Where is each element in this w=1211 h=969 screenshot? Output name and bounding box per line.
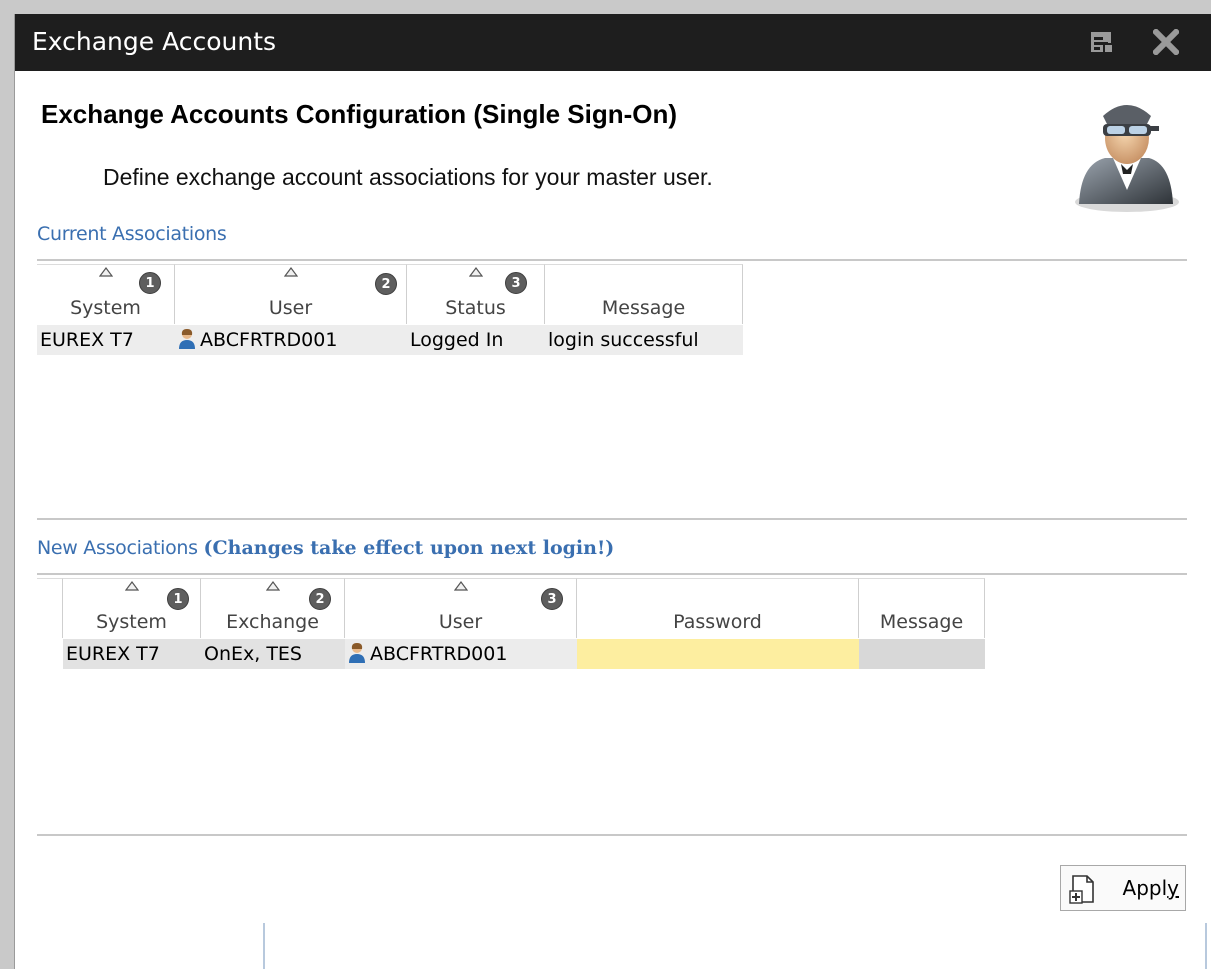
col-header-message[interactable]: Message: [859, 578, 985, 638]
col-header-user[interactable]: User 2: [175, 264, 407, 324]
col-header-label: Exchange: [226, 611, 319, 633]
col-header-label: Status: [445, 297, 506, 319]
cell-system: EUREX T7: [37, 325, 175, 355]
sort-order-badge: 2: [375, 273, 397, 295]
sort-order-badge: 2: [309, 588, 331, 610]
col-header-label: Password: [673, 611, 762, 633]
col-header-user[interactable]: User 3: [345, 578, 577, 638]
user-icon: [179, 329, 195, 349]
footer-divider: [37, 834, 1187, 836]
sort-order-badge: 1: [167, 588, 189, 610]
page-title: Exchange Accounts Configuration (Single …: [41, 99, 678, 129]
col-header-password[interactable]: Password: [577, 578, 859, 638]
sort-ascending-icon: [283, 267, 298, 277]
cell-user: ABCFRTRD001: [175, 325, 407, 355]
window-titlebar[interactable]: Exchange Accounts: [15, 14, 1211, 71]
sort-order-badge: 3: [505, 272, 527, 294]
col-header-label: Message: [879, 611, 964, 633]
restore-window-icon[interactable]: [1089, 29, 1115, 55]
sort-ascending-icon: [98, 267, 113, 277]
col-header-label: System: [70, 297, 141, 319]
cell-user-text: ABCFRTRD001: [200, 329, 338, 351]
sort-ascending-icon: [453, 581, 468, 591]
col-header-label: Message: [601, 297, 686, 319]
exchange-accounts-window: Exchange Accounts Exchange Accounts Conf…: [14, 14, 1211, 969]
sort-ascending-icon: [265, 581, 280, 591]
cell-user: ABCFRTRD001: [345, 639, 577, 669]
apply-mnemonic: y: [1167, 876, 1179, 900]
col-header-message[interactable]: Message: [545, 264, 743, 324]
sort-order-badge: 3: [541, 588, 563, 610]
current-associations-label: Current Associations: [37, 223, 227, 245]
close-icon[interactable]: [1153, 29, 1179, 55]
current-associations-divider: [37, 259, 1187, 261]
col-header-system[interactable]: System 1: [63, 578, 201, 638]
row-header-column: [37, 578, 63, 638]
cell-user-text: ABCFRTRD001: [370, 643, 508, 665]
admin-user-avatar-icon: [1075, 105, 1179, 212]
user-icon: [349, 643, 365, 663]
cell-status: Logged In: [407, 325, 545, 355]
sort-ascending-icon: [124, 581, 139, 591]
new-associations-divider: [37, 573, 1187, 575]
col-header-label: System: [96, 611, 167, 633]
cell-message: [859, 639, 985, 669]
status-separator: [263, 923, 265, 969]
apply-document-icon: [1069, 875, 1094, 904]
cell-system: EUREX T7: [63, 639, 201, 669]
col-header-label: User: [268, 297, 313, 319]
page-subtitle: Define exchange account associations for…: [103, 164, 713, 190]
col-header-label: User: [438, 611, 483, 633]
apply-button[interactable]: Apply: [1060, 865, 1186, 911]
window-title: Exchange Accounts: [32, 27, 277, 56]
new-associations-note: (Changes take effect upon next login!): [203, 537, 615, 559]
cell-exchange: OnEx, TES: [201, 639, 345, 669]
col-header-exchange[interactable]: Exchange 2: [201, 578, 345, 638]
apply-label: Appl: [1122, 876, 1168, 900]
new-associations-top-divider: [37, 518, 1187, 520]
new-associations-label: New Associations (Changes take effect up…: [37, 537, 615, 559]
cell-message: login successful: [545, 325, 743, 355]
password-input[interactable]: [577, 639, 859, 669]
col-header-system[interactable]: System 1: [37, 264, 175, 324]
sort-order-badge: 1: [139, 272, 161, 294]
sort-ascending-icon: [468, 267, 483, 277]
col-header-status[interactable]: Status 3: [407, 264, 545, 324]
status-separator: [1205, 923, 1207, 969]
